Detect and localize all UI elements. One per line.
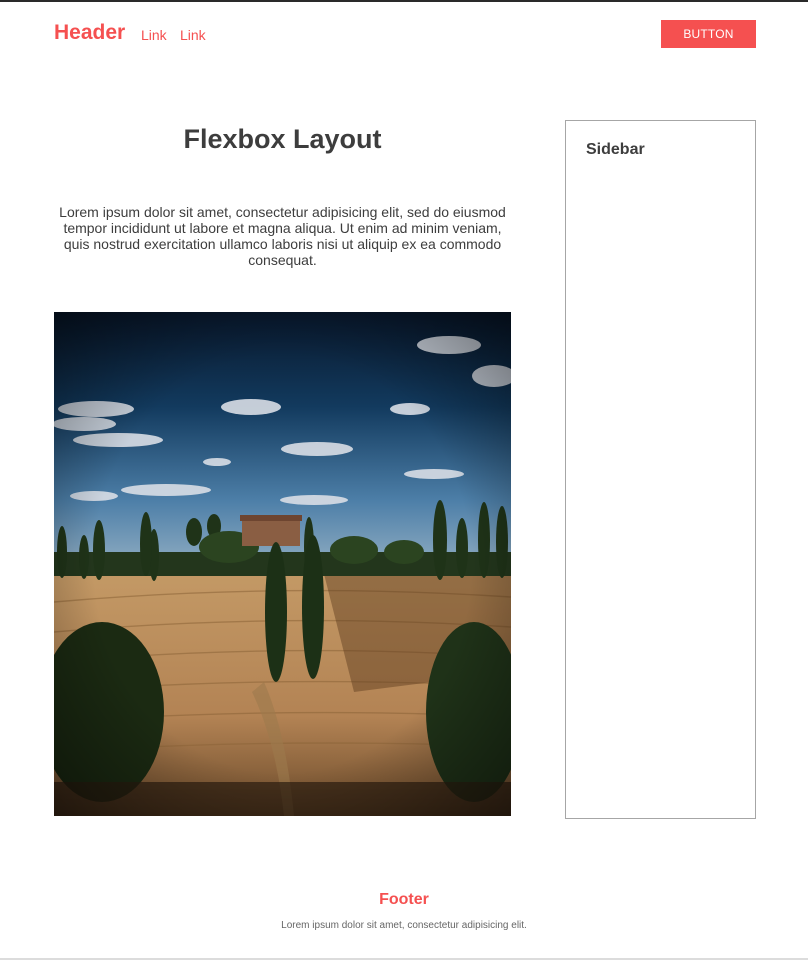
sidebar: Sidebar — [565, 120, 756, 819]
page-title: Flexbox Layout — [183, 124, 382, 154]
footer-text: Lorem ipsum dolor sit amet, consectetur … — [281, 920, 527, 931]
header-brand[interactable]: Header — [54, 20, 125, 46]
hero-image — [54, 312, 511, 816]
site-header: Header Link Link BUTTON — [0, 0, 808, 70]
footer-title: Footer — [379, 891, 429, 908]
nav-link-1[interactable]: Link — [141, 27, 167, 43]
header-button[interactable]: BUTTON — [661, 20, 756, 48]
sidebar-title: Sidebar — [586, 141, 645, 158]
intro-paragraph: Lorem ipsum dolor sit amet, consectetur … — [59, 204, 506, 268]
nav-link-2[interactable]: Link — [180, 27, 206, 43]
